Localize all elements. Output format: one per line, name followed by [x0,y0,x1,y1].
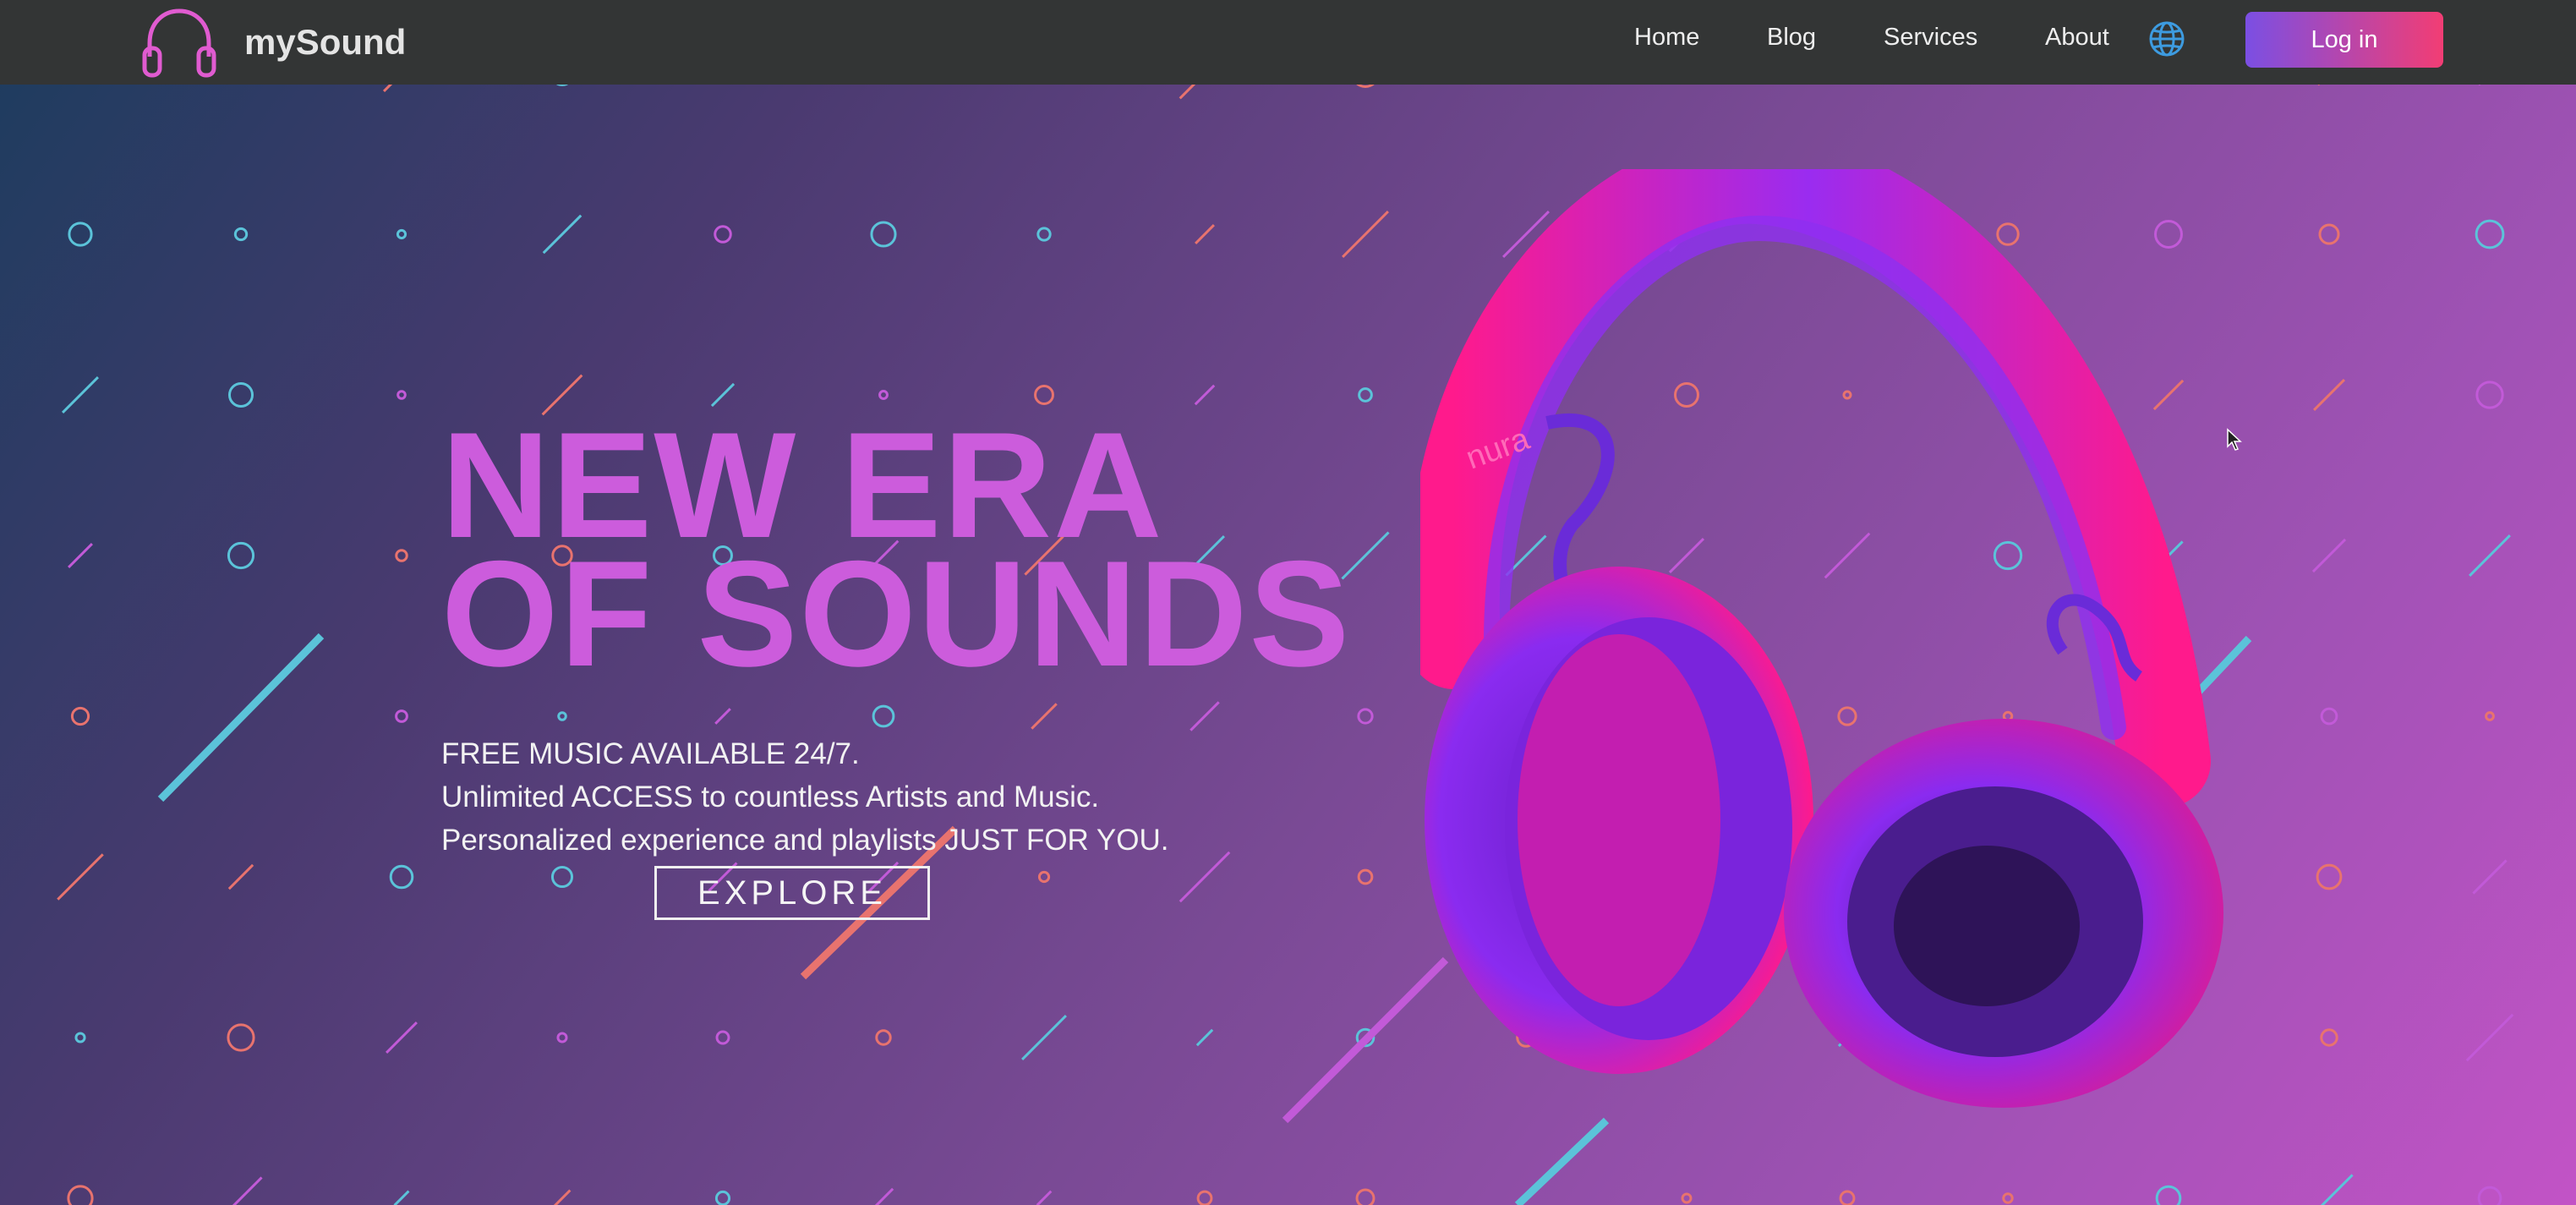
pattern-circle [397,390,407,400]
hero-line-2: Unlimited ACCESS to countless Artists an… [441,781,1100,813]
pattern-slash [62,376,99,414]
pattern-circle [1357,868,1374,885]
pattern-circle [395,709,408,723]
pattern-circle [878,390,889,400]
pattern-slash [386,1022,418,1054]
pattern-circle [2475,381,2504,409]
pattern-circle [2318,223,2340,245]
pattern-circle [872,704,895,728]
nav-home[interactable]: Home [1634,24,1699,52]
pattern-slash [227,863,254,890]
pattern-circle [67,1185,94,1205]
pattern-slash [542,214,582,255]
explore-button[interactable]: EXPLORE [654,866,930,920]
pattern-circle [2477,1186,2502,1205]
pattern-circle [233,227,249,242]
hero-line-1: FREE MUSIC AVAILABLE 24/7. [441,737,860,770]
headphones-image: nura [1420,169,2223,1108]
pattern-circle [715,1030,730,1045]
pattern-circle [714,225,732,244]
pattern-circle [227,541,255,570]
mouse-cursor-icon [2227,428,2242,451]
pattern-slash [1021,1015,1067,1060]
pattern-circle [389,864,414,890]
pattern-slash [1194,384,1216,406]
hero-line-3: Personalized experience and playlists JU… [441,824,1169,857]
pattern-slash [2311,538,2347,573]
navbar: mySound Home Blog Services About Log in [0,0,2576,85]
pattern-circle [550,865,574,889]
pattern-circle [870,221,897,248]
pattern-circle [2155,1185,2182,1205]
pattern-circle [1357,708,1374,725]
pattern-circle [557,711,567,721]
pattern-long-slash [157,633,325,802]
pattern-slash [553,1189,572,1205]
pattern-slash [1031,703,1058,730]
pattern-slash [1342,211,1389,258]
pattern-circle [70,706,90,726]
pattern-circle [2002,1192,2014,1204]
pattern-circle [68,222,93,247]
pattern-circle [2320,707,2338,726]
pattern-circle [1839,1190,1856,1205]
pattern-circle [875,1029,892,1046]
pattern-slash [1195,1028,1214,1047]
pattern-circle [556,1032,568,1043]
pattern-slash [1179,851,1231,903]
pattern-slash [2469,534,2511,577]
pattern-slash [714,708,731,725]
nav-services[interactable]: Services [1884,24,1977,52]
pattern-slash [1036,1190,1053,1205]
hero-title: NEW ERA OF SOUNDS [441,410,1352,698]
pattern-circle [1037,870,1051,884]
pattern-circle [1196,1190,1213,1205]
login-button[interactable]: Log in [2245,12,2443,68]
pattern-circle [1681,1192,1693,1204]
pattern-slash [2465,1013,2514,1062]
pattern-circle [1036,227,1052,242]
pattern-circle [714,1190,731,1205]
pattern-slash [2313,379,2345,411]
pattern-circle [396,228,407,240]
pattern-circle [1358,387,1373,403]
pattern-slash [874,1187,894,1205]
hero-title-line-2: OF SOUNDS [441,529,1352,698]
pattern-circle [1355,1188,1376,1205]
headphones-icon [142,8,216,78]
hero-description: FREE MUSIC AVAILABLE 24/7. Unlimited ACC… [441,732,1168,862]
pattern-circle [227,381,254,408]
pattern-slash [232,1176,263,1205]
pattern-circle [74,1032,86,1043]
brand-name: mySound [244,22,407,62]
pattern-slash [68,543,93,568]
pattern-circle [2320,1028,2338,1047]
pattern-circle [227,1023,255,1052]
pattern-slash [1195,224,1215,244]
pattern-circle [2316,863,2343,890]
nav-about[interactable]: About [2045,24,2109,52]
pattern-slash [393,1190,410,1205]
logo[interactable]: mySound [139,0,406,85]
nav-blog[interactable]: Blog [1767,24,1816,52]
pattern-circle [2485,711,2495,721]
pattern-slash [1190,701,1220,731]
pattern-slash [2472,859,2508,895]
globe-icon[interactable] [2147,19,2186,58]
pattern-slash [57,853,104,901]
pattern-circle [2475,219,2505,249]
pattern-slash [2320,1174,2354,1205]
pattern-circle [395,549,408,562]
